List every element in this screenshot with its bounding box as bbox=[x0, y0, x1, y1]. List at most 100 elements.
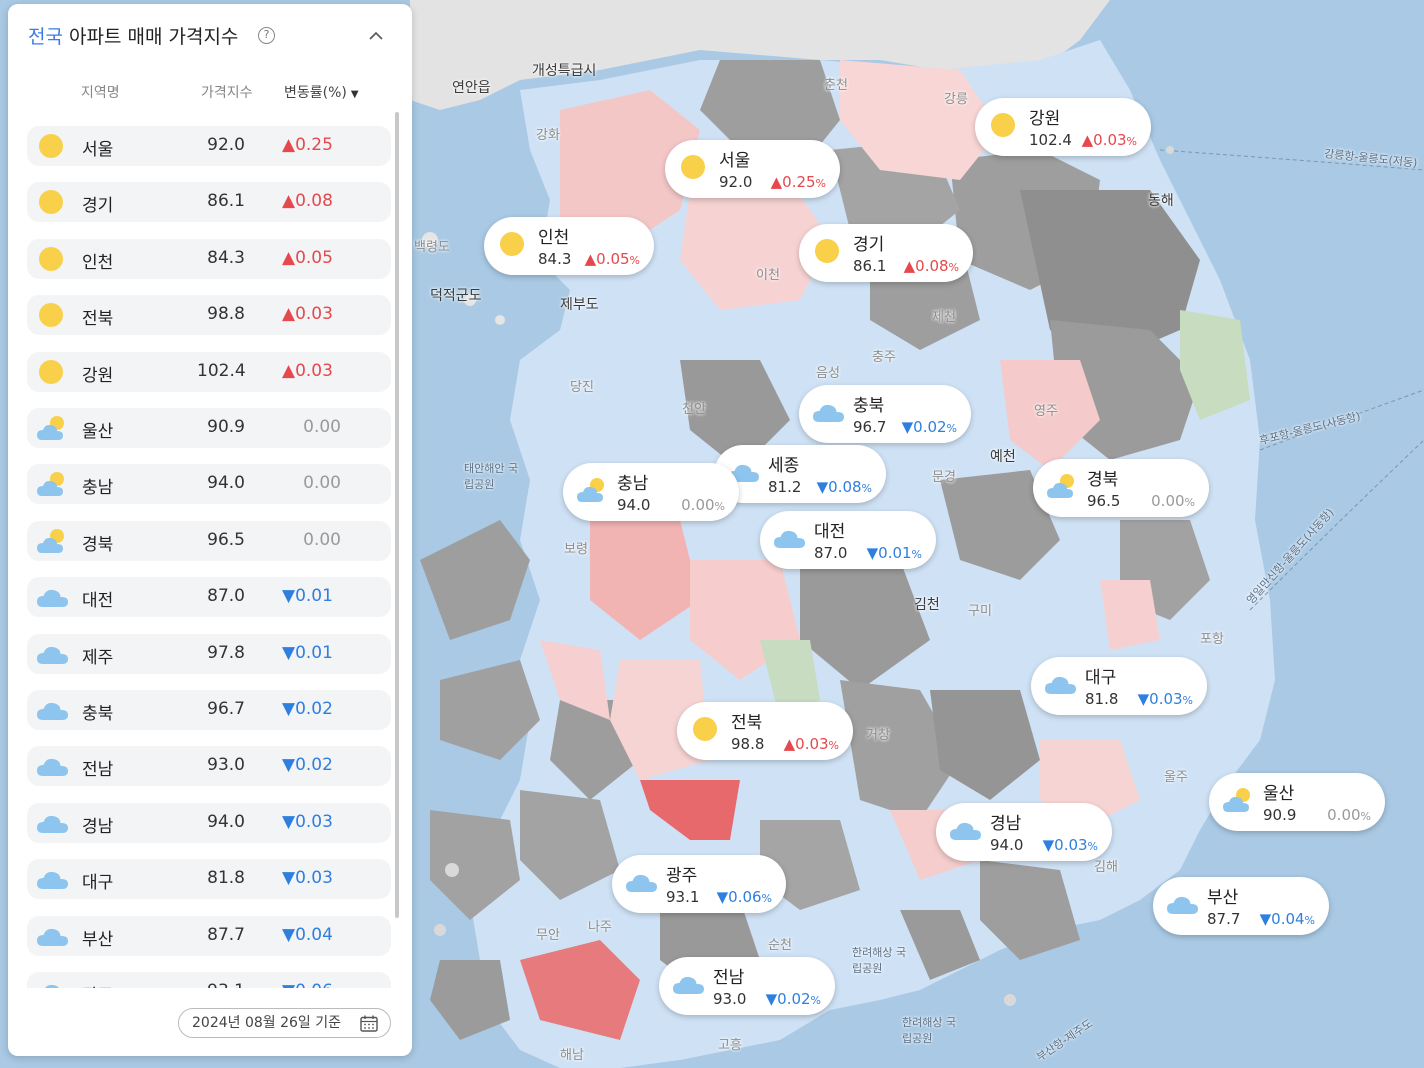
region-row[interactable]: 대전 87.0 ▼0.01 bbox=[27, 577, 391, 618]
region-row[interactable]: 충남 94.0 0.00 bbox=[27, 464, 391, 505]
region-index: 98.8 bbox=[207, 304, 245, 325]
map-label-yecheon: 예천 bbox=[990, 449, 1016, 465]
region-index: 87.0 bbox=[207, 586, 245, 607]
map-label-muan: 무안 bbox=[536, 928, 560, 943]
map-label-gangneung: 강릉 bbox=[944, 92, 968, 107]
region-row[interactable]: 인천 84.3 ▲0.05 bbox=[27, 238, 391, 279]
weather-icon-wrap bbox=[813, 398, 845, 430]
map-marker-region[interactable]: 대전 87.0 ▼0.01% bbox=[760, 511, 936, 569]
marker-index: 96.5 bbox=[1087, 492, 1121, 510]
region-row[interactable]: 전북 98.8 ▲0.03 bbox=[27, 295, 391, 336]
partly-cloudy-icon bbox=[37, 472, 64, 497]
weather-icon-wrap bbox=[1223, 786, 1255, 818]
marker-region-name: 전남 bbox=[713, 968, 745, 988]
percent-unit: % bbox=[1182, 694, 1193, 707]
region-name: 울산 bbox=[82, 422, 114, 442]
region-row[interactable]: 울산 90.9 0.00 bbox=[27, 408, 391, 448]
weather-icon-wrap bbox=[950, 816, 982, 848]
change-up: ▲0.03% bbox=[783, 735, 839, 753]
percent-unit: % bbox=[911, 548, 922, 561]
region-row[interactable]: 경기 86.1 ▲0.08 bbox=[27, 182, 391, 223]
marker-region-name: 대전 bbox=[814, 522, 846, 542]
weather-icon-wrap bbox=[37, 922, 69, 950]
question-circle-icon[interactable]: ? bbox=[258, 27, 275, 44]
map-label-mungyeong: 문경 bbox=[932, 470, 956, 485]
panel-title-scope[interactable]: 전국 bbox=[28, 26, 63, 48]
region-row[interactable]: 서울 92.0 ▲0.25 bbox=[27, 126, 391, 166]
region-row[interactable]: 경북 96.5 0.00 bbox=[27, 520, 391, 561]
region-name: 인천 bbox=[82, 252, 114, 273]
map-marker-region[interactable]: 경남 94.0 ▼0.03% bbox=[936, 803, 1112, 861]
sun-icon bbox=[39, 190, 63, 215]
region-row[interactable]: 부산 87.7 ▼0.04 bbox=[27, 915, 391, 956]
map-label-baengnyeong: 백령도 bbox=[414, 240, 450, 255]
map-marker-region[interactable]: 충북 96.7 ▼0.02% bbox=[799, 385, 971, 443]
sun-icon bbox=[500, 232, 524, 256]
map-label-hallyeo1: 한려해상 국립공원 bbox=[852, 946, 907, 975]
map-marker-region[interactable]: 세종 81.2 ▼0.08% bbox=[714, 445, 886, 503]
map-marker-region[interactable]: 전북 98.8 ▲0.03% bbox=[677, 702, 853, 760]
cloud-icon bbox=[673, 976, 704, 994]
region-row[interactable]: 전남 93.0 ▼0.02 bbox=[27, 746, 391, 787]
map-label-jecheon: 제천 bbox=[932, 310, 956, 325]
percent-unit: % bbox=[1126, 135, 1137, 148]
map-marker-region[interactable]: 충남 94.0 0.00% bbox=[563, 463, 739, 521]
marker-region-name: 대구 bbox=[1085, 668, 1117, 688]
map-marker-region[interactable]: 인천 84.3 ▲0.05% bbox=[484, 217, 654, 275]
cloud-icon bbox=[37, 590, 68, 608]
column-header-change[interactable]: 변동률(%) ▼ bbox=[284, 82, 359, 102]
map-marker-region[interactable]: 광주 93.1 ▼0.06% bbox=[612, 855, 786, 913]
map-marker-region[interactable]: 강원 102.4 ▲0.03% bbox=[975, 98, 1151, 156]
map-label-chungju: 충주 bbox=[872, 350, 896, 365]
map-marker-region[interactable]: 부산 87.7 ▼0.04% bbox=[1153, 877, 1329, 935]
partly-cloudy-icon bbox=[37, 528, 64, 553]
change-down: ▼0.06 bbox=[282, 981, 342, 988]
region-row[interactable]: 대구 81.8 ▼0.03 bbox=[27, 859, 391, 900]
map-label-cheonan: 천안 bbox=[682, 402, 706, 417]
map-marker-region[interactable]: 울산 90.9 0.00% bbox=[1209, 773, 1385, 831]
region-row[interactable]: 경남 94.0 ▼0.03 bbox=[27, 802, 391, 843]
region-row[interactable]: 제주 97.8 ▼0.01 bbox=[27, 633, 391, 674]
change-down: ▼0.01 bbox=[282, 586, 333, 607]
percent-unit: % bbox=[1304, 914, 1315, 927]
region-row[interactable]: 충북 96.7 ▼0.02 bbox=[27, 690, 391, 730]
list-scrollbar[interactable] bbox=[395, 112, 399, 918]
map-label-gimcheon: 김천 bbox=[914, 597, 940, 613]
weather-icon-wrap bbox=[37, 188, 69, 216]
weather-icon-wrap bbox=[37, 696, 69, 724]
map-marker-region[interactable]: 서울 92.0 ▲0.25% bbox=[665, 140, 840, 198]
map-marker-region[interactable]: 대구 81.8 ▼0.03% bbox=[1031, 657, 1207, 715]
region-name: 대구 bbox=[82, 873, 114, 894]
island bbox=[495, 315, 505, 325]
caret-down-icon: ▼ bbox=[350, 89, 359, 100]
date-picker-button[interactable]: 2024년 08월 26일 기준 bbox=[178, 1008, 391, 1038]
marker-region-name: 세종 bbox=[768, 456, 800, 476]
region-list[interactable]: 서울 92.0 ▲0.25 경기 86.1 ▲0.08 인천 84.3 ▲0.05 전북 98.8 ▲… bbox=[27, 126, 391, 988]
cloud-icon bbox=[37, 815, 68, 833]
change-up: ▲0.08 bbox=[282, 191, 333, 212]
percent-unit: % bbox=[810, 994, 821, 1007]
marker-index: 94.0 bbox=[617, 496, 651, 514]
map-label-geochang: 거창 bbox=[866, 728, 890, 743]
weather-icon-wrap bbox=[37, 414, 69, 442]
weather-icon-wrap bbox=[37, 527, 69, 555]
region-row[interactable]: 강원 102.4 ▲0.03 bbox=[27, 351, 391, 392]
map-marker-region[interactable]: 경북 96.5 0.00% bbox=[1033, 459, 1209, 517]
chevron-up-icon[interactable] bbox=[368, 28, 384, 44]
weather-icon-wrap bbox=[37, 752, 69, 780]
region-name: 강원 bbox=[82, 365, 114, 386]
region-index: 93.1 bbox=[197, 981, 245, 988]
marker-region-name: 인천 bbox=[538, 228, 570, 248]
island bbox=[1166, 146, 1174, 154]
region-row[interactable]: 광주 93.1 ▼0.06 bbox=[27, 972, 391, 988]
marker-region-name: 서울 bbox=[719, 151, 751, 171]
marker-index: 87.0 bbox=[814, 544, 848, 562]
map-marker-region[interactable]: 경기 86.1 ▲0.08% bbox=[799, 224, 973, 282]
sun-icon bbox=[39, 359, 63, 384]
change-up: ▲0.03% bbox=[1081, 131, 1137, 149]
percent-unit: % bbox=[1184, 496, 1195, 509]
weather-icon-wrap bbox=[498, 230, 530, 262]
change-flat: 0.00% bbox=[681, 496, 725, 514]
change-up: ▲0.25 bbox=[282, 135, 333, 155]
map-marker-region[interactable]: 전남 93.0 ▼0.02% bbox=[659, 957, 835, 1015]
